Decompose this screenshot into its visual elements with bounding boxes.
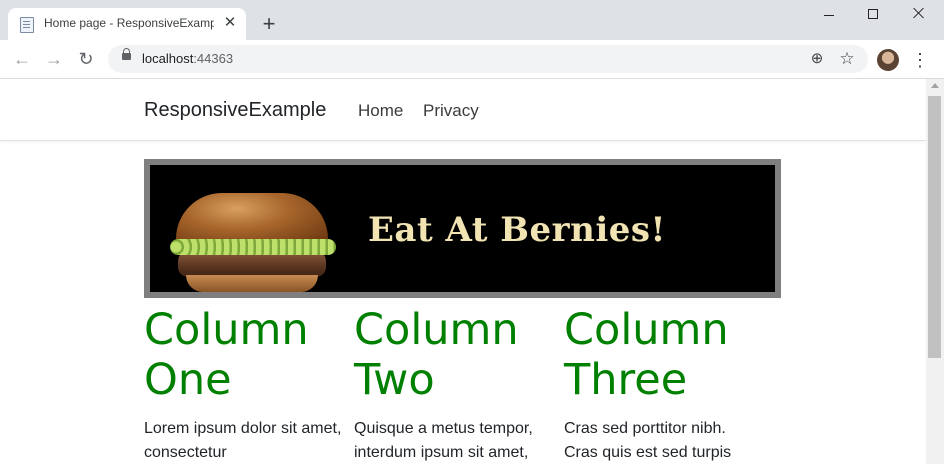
column-text: Cras sed porttitor nibh. Cras quis est s… [564, 420, 732, 461]
column-heading: Column Three [564, 305, 729, 405]
banner-slogan: Eat At Bernies! [368, 210, 666, 250]
site-navbar: ResponsiveExample Home Privacy [0, 79, 926, 141]
minimize-window-button[interactable] [806, 4, 852, 26]
profile-avatar[interactable] [877, 49, 899, 71]
browser-toolbar: ← → ↻ localhost:44363 ⊕ ☆ ⋮ [0, 40, 944, 79]
lettuce [170, 239, 336, 255]
column-heading: Column Two [354, 305, 519, 405]
column-one: Column One Lorem ipsum dolor sit amet, c… [144, 305, 344, 464]
scrollbar-thumb[interactable] [928, 96, 941, 358]
nav-link-privacy[interactable]: Privacy [423, 101, 479, 121]
forward-arrow-icon[interactable]: → [42, 47, 66, 71]
bookmark-star-icon[interactable]: ☆ [838, 50, 856, 68]
close-window-button[interactable] [896, 4, 942, 26]
hamburger-illustration [170, 193, 338, 292]
scroll-up-icon[interactable] [931, 83, 939, 88]
column-heading: Column One [144, 305, 309, 405]
zoom-icon[interactable]: ⊕ [808, 50, 826, 68]
browser-tab[interactable]: Home page - ResponsiveExample ✕ [8, 8, 246, 40]
page-viewport: ResponsiveExample Home Privacy Eat At Be… [0, 79, 926, 464]
tab-strip: Home page - ResponsiveExample ✕ + [0, 0, 944, 40]
more-menu-icon[interactable]: ⋮ [910, 49, 930, 71]
column-three: Column Three Cras sed porttitor nibh. Cr… [564, 305, 764, 464]
column-text: Lorem ipsum dolor sit amet, consectetur [144, 420, 342, 461]
tab-title: Home page - ResponsiveExample [44, 16, 214, 30]
column-text: Quisque a metus tempor, interdum ipsum s… [354, 420, 533, 461]
address-bar[interactable]: localhost:44363 ⊕ ☆ [108, 45, 868, 73]
page-favicon-icon [20, 17, 34, 33]
url-port: :44363 [193, 51, 234, 66]
lock-icon[interactable] [122, 48, 131, 60]
site-brand[interactable]: ResponsiveExample [144, 99, 326, 122]
reload-icon[interactable]: ↻ [74, 47, 98, 71]
page-scrollbar[interactable] [926, 79, 944, 464]
maximize-window-button[interactable] [850, 4, 896, 26]
nav-link-home[interactable]: Home [358, 101, 403, 121]
bun-top [176, 193, 328, 245]
new-tab-button[interactable]: + [258, 13, 280, 35]
back-arrow-icon[interactable]: ← [10, 47, 34, 71]
close-tab-icon[interactable]: ✕ [222, 15, 238, 31]
url-host: localhost [142, 51, 194, 66]
bun-bottom [186, 275, 318, 292]
column-two: Column Two Quisque a metus tempor, inter… [354, 305, 554, 464]
banner-inner: Eat At Bernies! [150, 165, 775, 292]
url-text[interactable]: localhost:44363 [142, 51, 233, 66]
banner-image: Eat At Bernies! [144, 159, 781, 298]
